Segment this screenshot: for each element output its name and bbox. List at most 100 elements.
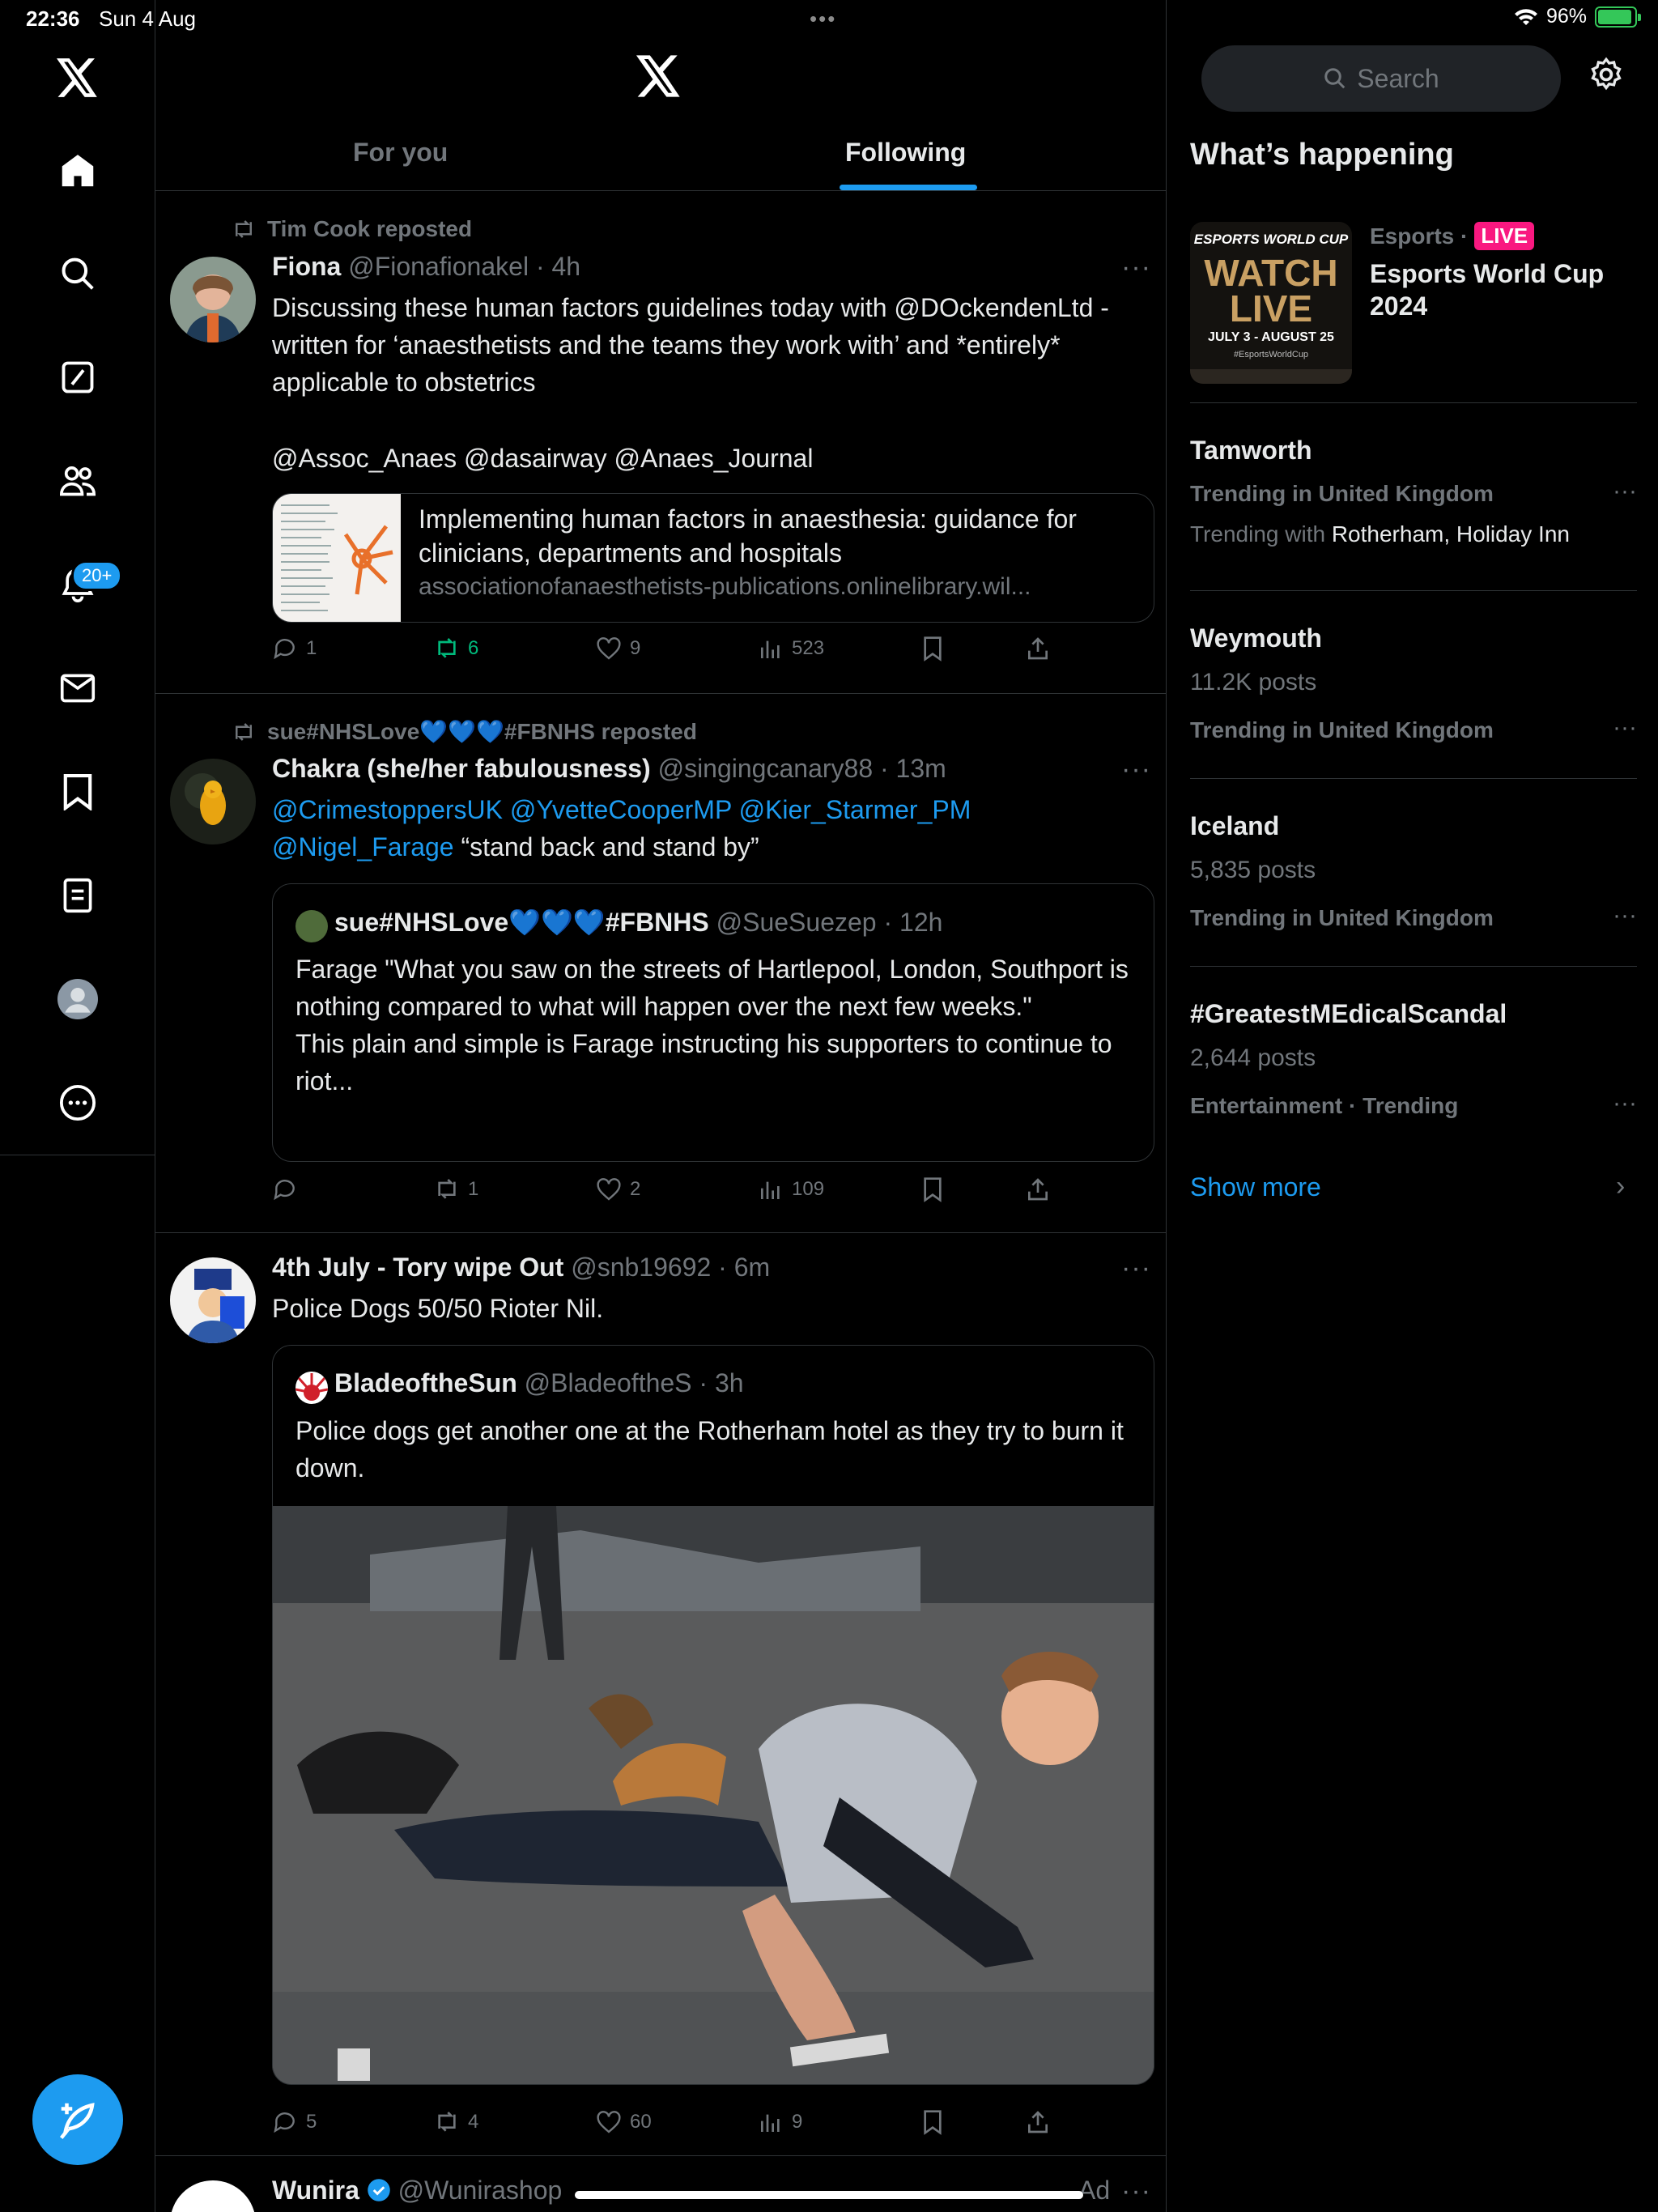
post-time[interactable]: · 6m [718,1253,770,1282]
author-name[interactable]: 4th July - Tory wipe Out [272,1253,563,1282]
tab-for-you[interactable]: For you [353,138,448,168]
repost-button[interactable]: 1 [434,1176,478,1202]
author-name[interactable]: Chakra (she/her fabulousness) [272,754,651,783]
post-fiona[interactable]: Tim Cook reposted Fiona @Fionafionakel ·… [155,192,1166,694]
reply-count: 1 [306,637,317,659]
trend-more-icon[interactable]: ··· [1613,478,1637,505]
lists-icon[interactable] [53,871,102,920]
quote-media-photo[interactable] [273,1506,1154,2084]
post-more-icon[interactable]: ··· [1121,754,1151,785]
repost-button[interactable]: 6 [434,636,478,661]
avatar[interactable] [170,1257,256,1343]
views-button[interactable]: 523 [758,636,824,661]
author-handle[interactable]: @singingcanary88 [658,754,874,783]
communities-icon[interactable] [53,457,102,505]
notifications-badge: 20+ [71,560,123,591]
trend-post-count: 11.2K posts [1190,669,1317,696]
quote-author-name[interactable]: sue#NHSLove💙💙💙#FBNHS [334,908,709,937]
trend-item[interactable]: #GreatestMEdicalScandal 2,644 posts Ente… [1190,967,1637,1138]
quoted-post[interactable]: sue#NHSLove💙💙💙#FBNHS @SueSuezep · 12h Fa… [272,883,1154,1162]
views-button[interactable]: 9 [758,2109,802,2135]
author-handle[interactable]: @Wunirashop [398,2176,563,2205]
post-more-icon[interactable]: ··· [1121,2176,1151,2207]
x-logo-icon[interactable] [53,53,102,102]
trend-topic: Iceland [1190,811,1280,840]
share-button[interactable] [1025,2109,1051,2135]
author-name[interactable]: Wunira [272,2176,359,2205]
esports-thumbnail: ESPORTS WORLD CUP WATCH LIVE JULY 3 - AU… [1190,222,1352,384]
profile-icon[interactable] [53,975,102,1023]
post-time[interactable]: · 4h [536,252,580,281]
post-more-icon[interactable]: ··· [1121,252,1151,283]
x-header-logo-icon[interactable] [636,55,682,101]
trend-more-icon[interactable]: ··· [1613,714,1637,742]
search-input[interactable]: Search [1201,45,1561,112]
trend-more-icon[interactable]: ··· [1613,902,1637,929]
mention-links[interactable]: @CrimestoppersUK @YvetteCooperMP @Kier_S… [272,795,971,824]
repost-count: 1 [468,1178,479,1200]
mention-nigel-farage[interactable]: @Nigel_Farage [272,832,454,861]
bookmarks-icon[interactable] [53,768,102,816]
featured-trend[interactable]: ESPORTS WORLD CUP WATCH LIVE JULY 3 - AU… [1190,219,1637,403]
post-time[interactable]: · 13m [880,754,946,783]
quote-time: · 3h [699,1368,744,1397]
views-icon [761,640,780,658]
show-more-link[interactable]: Show more [1190,1172,1321,1202]
tab-following[interactable]: Following [845,138,966,168]
post-actions: 1 6 9 523 [272,636,1082,668]
gear-icon[interactable] [1588,57,1624,96]
like-button[interactable]: 2 [596,1176,640,1202]
main-timeline: For you Following Tim Cook reposted Fion… [155,0,1167,2212]
messages-icon[interactable] [53,664,102,713]
bookmark-button[interactable] [920,1176,946,1202]
trend-item[interactable]: Tamworth Trending in United Kingdom ··· … [1190,403,1637,591]
trend-more-icon[interactable]: ··· [1613,1090,1637,1117]
author-handle[interactable]: @snb19692 [571,1253,711,1282]
share-button[interactable] [1025,636,1051,661]
post-actions: 5 4 60 9 [272,2109,1082,2142]
home-indicator[interactable] [575,2191,1083,2199]
heart-icon [597,637,621,660]
reply-button[interactable]: 1 [272,636,317,661]
more-icon[interactable] [53,1078,102,1127]
grok-icon[interactable] [53,353,102,402]
quoted-post[interactable]: BladeoftheSun @BladeoftheS · 3h Police d… [272,1345,1154,2085]
bookmark-button[interactable] [920,636,946,661]
post-tory-wipe-out[interactable]: 4th July - Tory wipe Out @snb19692 · 6m … [155,1233,1166,2156]
live-badge: LIVE [1474,222,1535,250]
share-button[interactable] [1025,1176,1051,1202]
status-date: Sun 4 Aug [99,6,196,31]
right-sidebar: Search What’s happening ESPORTS WORLD CU… [1167,0,1658,2212]
avatar[interactable] [170,2180,256,2212]
like-button[interactable]: 60 [596,2109,652,2135]
post-chakra[interactable]: sue#NHSLove💙💙💙#FBNHS reposted Chakra (sh… [155,694,1166,1233]
reply-button[interactable]: 5 [272,2109,317,2135]
link-card[interactable]: Implementing human factors in anaesthesi… [272,493,1154,623]
home-icon[interactable] [53,146,102,194]
like-button[interactable]: 9 [596,636,640,661]
share-icon [1028,637,1048,660]
trend-item[interactable]: Iceland 5,835 posts Trending in United K… [1190,779,1637,967]
post-header: Wunira @Wunirashop [272,2176,562,2206]
repost-button[interactable]: 4 [434,2109,478,2135]
trend-item[interactable]: Weymouth 11.2K posts Trending in United … [1190,591,1637,779]
post-more-icon[interactable]: ··· [1121,1253,1151,1284]
repost-small-icon [236,220,252,238]
quote-author-handle[interactable]: @BladeoftheS [525,1368,692,1397]
multitasking-dots[interactable]: ••• [810,6,836,32]
compose-post-button[interactable] [32,2074,123,2165]
views-button[interactable]: 109 [758,1176,824,1202]
avatar[interactable] [170,257,256,342]
post-wunira-ad[interactable]: Wunira @Wunirashop Ad ··· [155,2156,1166,2212]
reply-button[interactable] [272,1176,306,1202]
quote-author-handle[interactable]: @SueSuezep [716,908,877,937]
avatar[interactable] [170,759,256,844]
bookmark-button[interactable] [920,2109,946,2135]
search-icon[interactable] [53,249,102,298]
quote-author-name[interactable]: BladeoftheSun [334,1368,517,1397]
repost-indicator: Tim Cook reposted [232,216,472,242]
author-name[interactable]: Fiona [272,252,341,281]
repost-icon [438,638,456,658]
author-handle[interactable]: @Fionafionakel [348,252,529,281]
status-time: 22:36 [26,6,80,31]
